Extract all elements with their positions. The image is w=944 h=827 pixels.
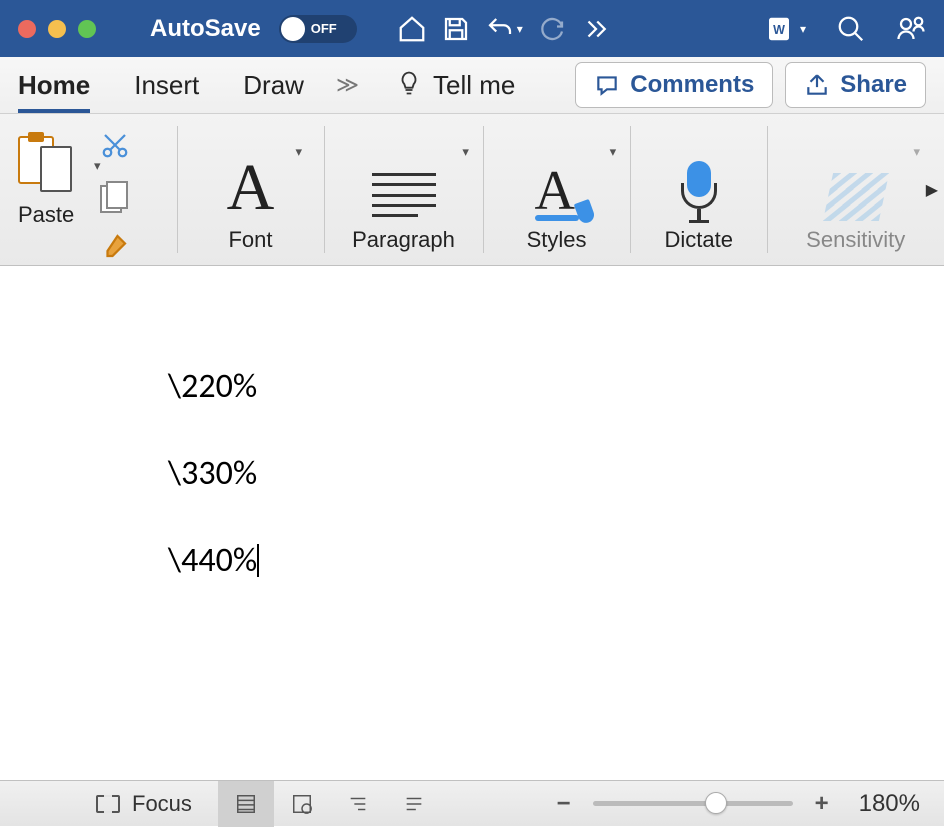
paragraph-label: Paragraph: [352, 227, 455, 253]
dictate-label: Dictate: [665, 227, 733, 253]
word-doc-icon[interactable]: W: [764, 14, 794, 44]
sensitivity-label: Sensitivity: [806, 227, 905, 253]
paragraph-text[interactable]: \440%: [168, 540, 257, 581]
print-layout-view-button[interactable]: [218, 781, 274, 827]
view-mode-buttons: [218, 781, 442, 827]
autosave-toggle[interactable]: OFF: [279, 15, 357, 43]
share-label: Share: [840, 71, 907, 99]
chevron-down-icon[interactable]: ▾: [296, 144, 303, 160]
zoom-percentage[interactable]: 180%: [859, 790, 920, 818]
cut-button[interactable]: [100, 130, 130, 165]
autosave-label: AutoSave: [150, 15, 261, 43]
maximize-window-button[interactable]: [78, 20, 96, 38]
paste-button[interactable]: Paste: [18, 124, 74, 228]
document-page[interactable]: \220% \330% \440%: [0, 266, 944, 627]
chevron-down-icon[interactable]: ▾: [800, 22, 806, 36]
paragraph-text[interactable]: \330%: [168, 453, 257, 494]
tab-insert[interactable]: Insert: [134, 70, 199, 101]
chevron-down-icon[interactable]: ▾: [462, 144, 469, 160]
focus-label: Focus: [132, 791, 192, 817]
copy-button[interactable]: [100, 181, 130, 215]
tab-draw[interactable]: Draw: [243, 70, 304, 101]
search-icon[interactable]: [836, 14, 866, 44]
focus-mode-button[interactable]: Focus: [96, 791, 192, 817]
font-icon: A: [227, 155, 275, 221]
sensitivity-button[interactable]: ▾ Sensitivity: [767, 114, 944, 265]
dictate-button[interactable]: Dictate: [630, 114, 767, 265]
home-icon[interactable]: [397, 14, 427, 44]
tab-home[interactable]: Home: [18, 70, 90, 101]
undo-icon[interactable]: [485, 14, 515, 44]
styles-group[interactable]: A ▾ Styles: [483, 114, 630, 265]
autosave-state: OFF: [311, 21, 337, 36]
lightbulb-icon: [395, 69, 423, 102]
redo-icon[interactable]: [537, 14, 567, 44]
title-bar: AutoSave OFF ▾ W ▾: [0, 0, 944, 57]
window-controls: [18, 20, 96, 38]
paragraph-group[interactable]: ▾ Paragraph: [324, 114, 483, 265]
status-bar: Focus − + 180%: [0, 780, 944, 826]
minimize-window-button[interactable]: [48, 20, 66, 38]
zoom-slider[interactable]: [593, 801, 793, 806]
clipboard-group: Paste ▾: [0, 114, 177, 265]
tell-me-button[interactable]: Tell me: [395, 69, 515, 102]
document-area[interactable]: \220% \330% \440%: [0, 266, 944, 780]
account-icon[interactable]: [896, 14, 926, 44]
comments-button[interactable]: Comments: [575, 62, 773, 108]
outline-view-button[interactable]: [330, 781, 386, 827]
chevron-down-icon[interactable]: ▾: [94, 158, 101, 174]
paragraph-text[interactable]: \220%: [168, 366, 257, 407]
ribbon: Paste ▾ A ▾ Font ▾ Paragraph A: [0, 114, 944, 266]
paste-label: Paste: [18, 202, 74, 228]
share-button[interactable]: Share: [785, 62, 926, 108]
text-cursor: [257, 544, 259, 577]
toggle-knob: [281, 17, 305, 41]
svg-text:W: W: [773, 23, 785, 37]
paragraph-icon: [372, 169, 436, 221]
styles-icon: A: [535, 163, 579, 221]
zoom-out-button[interactable]: −: [553, 790, 575, 818]
format-painter-button[interactable]: [100, 231, 130, 266]
font-group[interactable]: A ▾ Font: [177, 114, 324, 265]
styles-label: Styles: [527, 227, 587, 253]
font-label: Font: [228, 227, 272, 253]
microphone-icon: [677, 161, 721, 221]
draft-view-button[interactable]: [386, 781, 442, 827]
more-icon[interactable]: [581, 14, 611, 44]
zoom-in-button[interactable]: +: [811, 790, 833, 818]
ribbon-tabs: Home Insert Draw ≫ Tell me Comments Shar…: [0, 57, 944, 114]
web-layout-view-button[interactable]: [274, 781, 330, 827]
clipboard-icon: [18, 132, 74, 196]
more-tabs-icon[interactable]: ≫: [336, 72, 359, 98]
comments-label: Comments: [630, 71, 754, 99]
focus-icon: [96, 795, 120, 813]
save-icon[interactable]: [441, 14, 471, 44]
sensitivity-icon: [823, 173, 889, 221]
ribbon-expand-icon[interactable]: ▶: [926, 180, 938, 200]
undo-split-button[interactable]: ▾: [485, 14, 523, 44]
zoom-slider-handle[interactable]: [705, 792, 727, 814]
chevron-down-icon[interactable]: ▾: [913, 144, 920, 160]
chevron-down-icon[interactable]: ▾: [610, 144, 617, 160]
tell-me-label: Tell me: [433, 70, 515, 101]
close-window-button[interactable]: [18, 20, 36, 38]
chevron-down-icon[interactable]: ▾: [517, 22, 523, 36]
